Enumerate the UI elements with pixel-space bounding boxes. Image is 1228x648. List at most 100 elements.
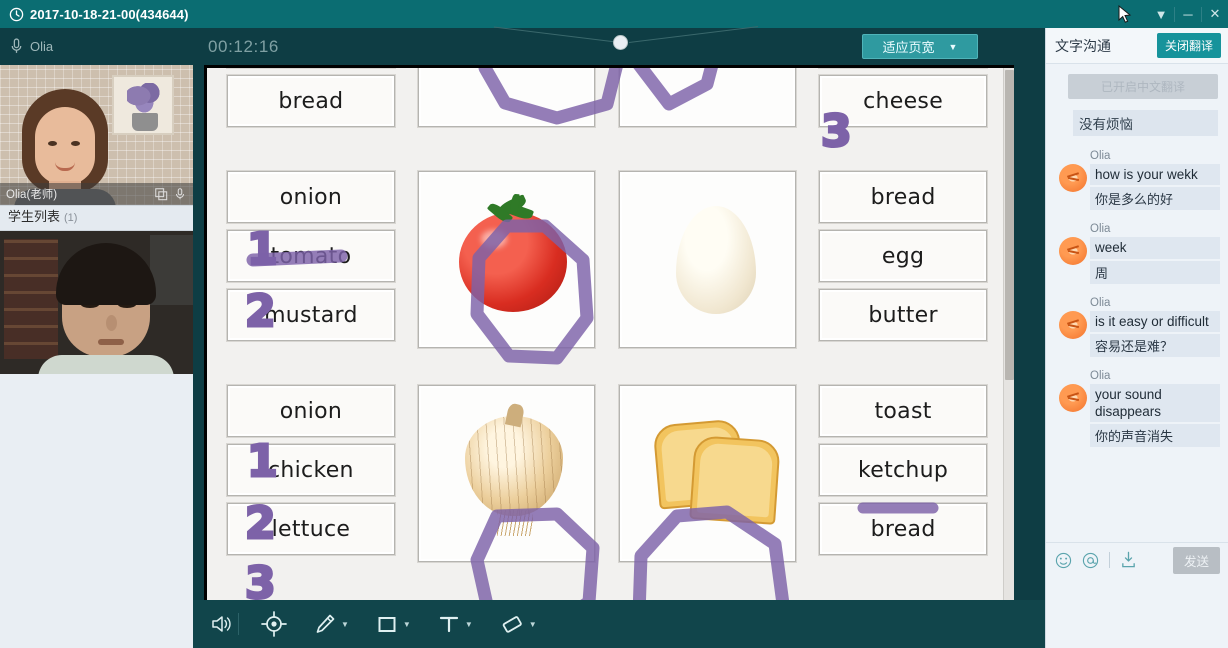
- worksheet-row: bread cheese: [227, 68, 987, 134]
- emoji-icon[interactable]: [1055, 552, 1072, 569]
- divider: [1109, 552, 1110, 568]
- teacher-name-bar: Olia(老师): [0, 183, 193, 205]
- vase-art: [132, 113, 158, 131]
- picture-card[interactable]: [618, 68, 796, 127]
- picture-card[interactable]: [618, 385, 796, 562]
- mouth: [55, 162, 75, 171]
- picture-card[interactable]: [418, 68, 596, 127]
- mouth: [98, 339, 124, 345]
- message-sender: Olia: [1090, 369, 1111, 382]
- word-column-left: bread: [227, 68, 395, 134]
- word-card[interactable]: onion: [227, 385, 395, 437]
- student-list-header[interactable]: 学生列表 (1): [0, 205, 193, 231]
- close-button[interactable]: ✕: [1202, 0, 1228, 28]
- copy-icon[interactable]: [154, 187, 168, 201]
- drawing-toolbar: ▼ ▼ ▼ ▼: [193, 600, 1045, 648]
- file-download-icon[interactable]: [1120, 551, 1137, 569]
- left-panel-header: Olia: [0, 28, 193, 65]
- bird-icon: [1065, 172, 1081, 184]
- word-label: bread: [870, 516, 936, 542]
- eye-left: [48, 141, 57, 146]
- word-card[interactable]: butter: [819, 289, 987, 341]
- speaker-icon: [212, 616, 231, 632]
- seek-bar[interactable]: [493, 26, 923, 65]
- student-list-count: (1): [64, 212, 78, 224]
- eye-right: [71, 141, 80, 146]
- collapse-button[interactable]: ▼: [1148, 0, 1174, 28]
- chat-header: 文字沟通 关闭翻译: [1046, 28, 1228, 64]
- onion-texture: [465, 416, 564, 516]
- fit-page-width-dropdown[interactable]: 适应页宽 ▼: [862, 34, 978, 59]
- bird-icon: [1065, 245, 1081, 258]
- avatar: [1059, 237, 1087, 266]
- message-translation: 周: [1090, 260, 1220, 284]
- word-label: ketchup: [858, 457, 949, 483]
- chevron-down-icon[interactable]: ▼: [529, 620, 537, 629]
- teacher-video-tile[interactable]: Olia(老师): [0, 65, 193, 205]
- ink-number: 1: [246, 224, 280, 275]
- timecode-label: 00:12:16: [208, 36, 279, 56]
- seek-track-right: [628, 26, 759, 43]
- word-card[interactable]: ketchup: [819, 444, 987, 496]
- word-card[interactable]: bread: [819, 503, 987, 555]
- message-text: is it easy or difficult: [1090, 310, 1220, 332]
- picture-card[interactable]: [418, 171, 596, 348]
- picture-card[interactable]: [618, 171, 796, 348]
- word-card[interactable]: bread: [227, 75, 395, 127]
- system-note: 没有烦恼: [1073, 110, 1218, 136]
- chat-message-list[interactable]: 已开启中文翻译 没有烦恼 Olia how is your wekk 你是多么的…: [1046, 64, 1228, 542]
- microphone-icon: [11, 38, 22, 53]
- chevron-down-icon[interactable]: ▼: [403, 620, 411, 629]
- word-card[interactable]: bread: [819, 171, 987, 223]
- whiteboard-frame: bread cheese onion tomato mustard bread …: [204, 65, 1014, 621]
- word-label: onion: [279, 184, 343, 210]
- word-label: bread: [870, 184, 936, 210]
- shape-button[interactable]: ▼: [375, 600, 411, 648]
- microphone-icon[interactable]: [173, 187, 187, 201]
- chevron-down-icon[interactable]: ▼: [341, 620, 349, 629]
- laser-pointer-button[interactable]: [261, 600, 287, 648]
- center-panel: 00:12:16 适应页宽 ▼ bread cheese onion tomat…: [193, 26, 1201, 648]
- picture-card[interactable]: [418, 385, 596, 562]
- word-card[interactable]: toast: [819, 385, 987, 437]
- send-button[interactable]: 发送: [1172, 546, 1220, 574]
- word-card[interactable]: onion: [227, 171, 395, 223]
- speaker-button[interactable]: [210, 600, 232, 648]
- ink-number: 2: [244, 286, 278, 337]
- mention-icon[interactable]: [1082, 552, 1099, 569]
- onion-roots: [497, 510, 534, 536]
- student-face: [38, 243, 174, 374]
- word-card[interactable]: egg: [819, 230, 987, 282]
- minimize-button[interactable]: ─: [1175, 0, 1201, 28]
- chevron-down-icon[interactable]: ▼: [465, 620, 473, 629]
- whiteboard-canvas[interactable]: bread cheese onion tomato mustard bread …: [207, 68, 1003, 618]
- word-label: bread: [278, 88, 344, 114]
- title-bar: 2017-10-18-21-00(434644) ▼ ─ ✕: [0, 0, 1228, 28]
- text-button[interactable]: ▼: [437, 600, 473, 648]
- word-column-right: toast ketchup bread: [819, 385, 987, 562]
- wall-picture: [112, 75, 174, 135]
- shirt: [38, 355, 174, 374]
- seek-handle[interactable]: [613, 35, 628, 50]
- laser-pointer-icon: [261, 611, 287, 637]
- text-icon: [439, 616, 458, 633]
- toast-art: [688, 435, 781, 525]
- chat-title: 文字沟通: [1055, 37, 1111, 54]
- chat-composer: 发送: [1046, 542, 1228, 648]
- message-translation: 你是多么的好: [1090, 187, 1220, 211]
- scrollbar-thumb[interactable]: [1005, 70, 1014, 380]
- whiteboard-scrollbar[interactable]: [1003, 68, 1014, 618]
- divider: [238, 613, 239, 635]
- avatar: [1059, 310, 1087, 339]
- toggle-translation-button[interactable]: 关闭翻译: [1156, 33, 1221, 58]
- ink-number: 3: [820, 106, 854, 157]
- student-video-tile[interactable]: [0, 231, 193, 374]
- pen-button[interactable]: ▼: [313, 600, 349, 648]
- eraser-button[interactable]: ▼: [499, 600, 537, 648]
- teacher-name-label: Olia(老师): [6, 189, 58, 201]
